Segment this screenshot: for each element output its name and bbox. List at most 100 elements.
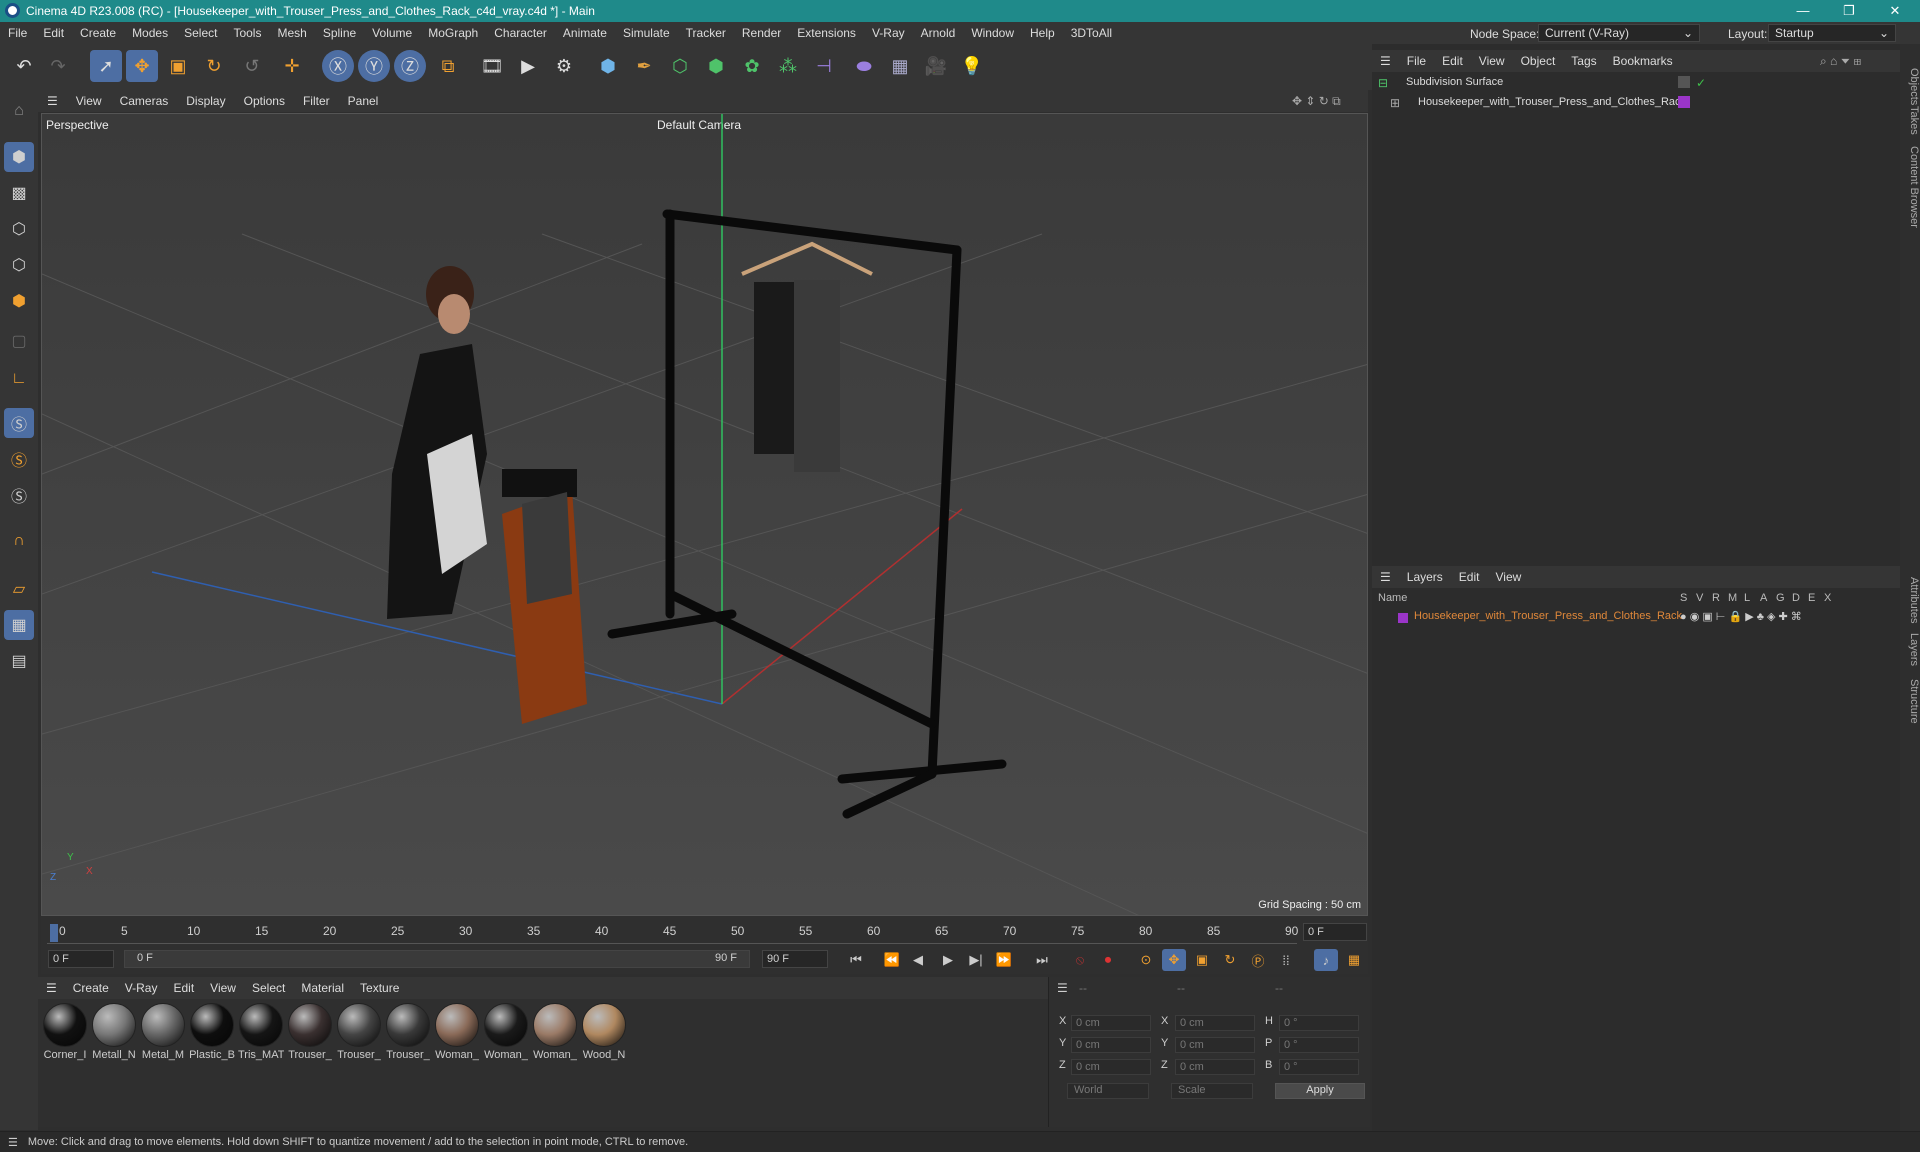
minimize-button[interactable]: — xyxy=(1780,0,1826,22)
mat-menu-view[interactable]: View xyxy=(202,981,244,995)
menu-mograph[interactable]: MoGraph xyxy=(420,26,486,40)
coordinate-system-icon[interactable]: ⧉ xyxy=(432,50,464,82)
quantize-icon[interactable]: Ⓢ xyxy=(4,480,34,510)
coord-size-x-field[interactable]: 0 cm xyxy=(1175,1015,1255,1031)
check-icon[interactable]: ✓ xyxy=(1696,76,1706,90)
move-tool-icon[interactable]: ✥ xyxy=(126,50,158,82)
material-item[interactable]: Trouser_ xyxy=(385,1003,431,1061)
coord-system-dropdown[interactable]: World xyxy=(1067,1083,1149,1099)
z-axis-lock-icon[interactable]: Ⓩ xyxy=(394,50,426,82)
light-icon[interactable]: 💡 xyxy=(956,50,988,82)
key-rotation-icon[interactable]: ↻ xyxy=(1218,949,1242,971)
x-axis-lock-icon[interactable]: Ⓧ xyxy=(322,50,354,82)
snap-settings-icon[interactable]: Ⓢ xyxy=(4,444,34,474)
menu-window[interactable]: Window xyxy=(963,26,1022,40)
camera-icon[interactable]: 🎥 xyxy=(920,50,952,82)
autokey-icon[interactable]: ⏺ xyxy=(1096,949,1120,971)
material-item[interactable]: Corner_I xyxy=(42,1003,88,1061)
viewport-menu-view[interactable]: View xyxy=(67,94,111,108)
hamburger-icon[interactable]: ☰ xyxy=(1057,981,1068,995)
layer-row[interactable]: Housekeeper_with_Trouser_Press_and_Cloth… xyxy=(1372,610,1872,628)
menu-help[interactable]: Help xyxy=(1022,26,1063,40)
obj-menu-file[interactable]: File xyxy=(1399,54,1434,68)
material-item[interactable]: Woman_ xyxy=(532,1003,578,1061)
tab-takes[interactable]: Takes xyxy=(1900,102,1920,138)
redo-icon[interactable]: ↷ xyxy=(42,50,74,82)
locked-workplane-icon[interactable]: ▤ xyxy=(4,646,34,676)
node-space-dropdown[interactable]: Current (V-Ray) ⌄ xyxy=(1538,24,1700,42)
obj-menu-object[interactable]: Object xyxy=(1513,54,1564,68)
menu-3dtoall[interactable]: 3DToAll xyxy=(1063,26,1120,40)
mat-menu-vray[interactable]: V-Ray xyxy=(117,981,166,995)
close-button[interactable]: ✕ xyxy=(1872,0,1918,22)
material-item[interactable]: Tris_MAT xyxy=(238,1003,284,1061)
obj-menu-bookmarks[interactable]: Bookmarks xyxy=(1605,54,1681,68)
menu-mesh[interactable]: Mesh xyxy=(269,26,314,40)
menu-vray[interactable]: V-Ray xyxy=(864,26,913,40)
maximize-button[interactable]: ❐ xyxy=(1826,0,1872,22)
start-frame-field[interactable]: 0 F xyxy=(48,950,114,968)
menu-animate[interactable]: Animate xyxy=(555,26,615,40)
coord-pos-y-field[interactable]: 0 cm xyxy=(1071,1037,1151,1053)
cube-icon[interactable]: ⬢ xyxy=(592,50,624,82)
3d-viewport[interactable]: Perspective Default Camera Grid Spacing … xyxy=(41,113,1368,916)
current-frame-field[interactable]: 0 F xyxy=(1303,923,1367,941)
obj-menu-edit[interactable]: Edit xyxy=(1434,54,1471,68)
layout-dropdown[interactable]: Startup ⌄ xyxy=(1768,24,1896,42)
play-icon[interactable]: ▶ xyxy=(936,949,960,971)
coord-rot-h-field[interactable]: 0 ° xyxy=(1279,1015,1359,1031)
timeline-window-icon[interactable]: ▦ xyxy=(1342,949,1366,971)
grid-icon[interactable]: ▦ xyxy=(4,610,34,640)
menu-volume[interactable]: Volume xyxy=(364,26,420,40)
tab-structure[interactable]: Structure xyxy=(1900,674,1920,728)
material-item[interactable]: Trouser_ xyxy=(336,1003,382,1061)
layer-color-swatch[interactable] xyxy=(1678,96,1690,108)
viewport-menu-options[interactable]: Options xyxy=(235,94,294,108)
select-tool-icon[interactable]: ➚ xyxy=(90,50,122,82)
hamburger-icon[interactable]: ☰ xyxy=(38,94,67,108)
subdivision-icon[interactable]: ⬡ xyxy=(664,50,696,82)
menu-extensions[interactable]: Extensions xyxy=(789,26,864,40)
rotate-tool-icon[interactable]: ↻ xyxy=(198,50,230,82)
tab-attributes[interactable]: Attributes xyxy=(1900,570,1920,630)
tab-layers[interactable]: Layers xyxy=(1900,630,1920,670)
pen-spline-icon[interactable]: ✒ xyxy=(628,50,660,82)
layer-menu-layers[interactable]: Layers xyxy=(1399,570,1451,584)
menu-character[interactable]: Character xyxy=(486,26,555,40)
edges-mode-icon[interactable]: ⬡ xyxy=(4,250,34,280)
viewport-menu-display[interactable]: Display xyxy=(177,94,234,108)
menu-simulate[interactable]: Simulate xyxy=(615,26,678,40)
material-item[interactable]: Wood_N xyxy=(581,1003,627,1061)
end-frame-field[interactable]: 90 F xyxy=(762,950,828,968)
field-icon[interactable]: ⬬ xyxy=(848,50,880,82)
key-param-icon[interactable]: Ⓟ xyxy=(1246,949,1270,971)
viewport-nav-icons[interactable]: ✥ ⇕ ↻ ⧉ xyxy=(1292,94,1341,109)
record-icon[interactable]: ⦸ xyxy=(1068,949,1092,971)
make-editable-icon[interactable]: ⌂ xyxy=(4,96,34,126)
points-mode-icon[interactable]: ⬡ xyxy=(4,214,34,244)
mat-menu-select[interactable]: Select xyxy=(244,981,293,995)
polygons-mode-icon[interactable]: ⬢ xyxy=(4,286,34,316)
viewport-menu-panel[interactable]: Panel xyxy=(339,94,388,108)
transform-tool-icon[interactable]: ✛ xyxy=(276,50,308,82)
coord-size-y-field[interactable]: 0 cm xyxy=(1175,1037,1255,1053)
material-item[interactable]: Metal_M xyxy=(140,1003,186,1061)
texture-mode-icon[interactable]: ▩ xyxy=(4,178,34,208)
coord-size-z-field[interactable]: 0 cm xyxy=(1175,1059,1255,1075)
coord-pos-z-field[interactable]: 0 cm xyxy=(1071,1059,1151,1075)
recent-tool-icon[interactable]: ↺ xyxy=(236,50,268,82)
render-settings-icon[interactable]: ⚙ xyxy=(548,50,580,82)
array-icon[interactable]: ⁂ xyxy=(772,50,804,82)
snap-icon[interactable]: Ⓢ xyxy=(4,408,34,438)
uvw-mode-icon[interactable]: ▢ xyxy=(4,326,34,356)
y-axis-lock-icon[interactable]: Ⓨ xyxy=(358,50,390,82)
menu-create[interactable]: Create xyxy=(72,26,124,40)
key-position-icon[interactable]: ✥ xyxy=(1162,949,1186,971)
hamburger-icon[interactable]: ☰ xyxy=(1372,570,1399,584)
go-to-end-icon[interactable]: ⏭ xyxy=(1030,949,1054,971)
timeline-ruler[interactable]: 0 5 10 15 20 25 30 35 40 45 50 55 60 65 … xyxy=(47,920,1298,944)
menu-edit[interactable]: Edit xyxy=(35,26,72,40)
visibility-icon[interactable] xyxy=(1678,76,1690,88)
obj-menu-view[interactable]: View xyxy=(1471,54,1513,68)
mograph-cloner-icon[interactable]: ✿ xyxy=(736,50,768,82)
